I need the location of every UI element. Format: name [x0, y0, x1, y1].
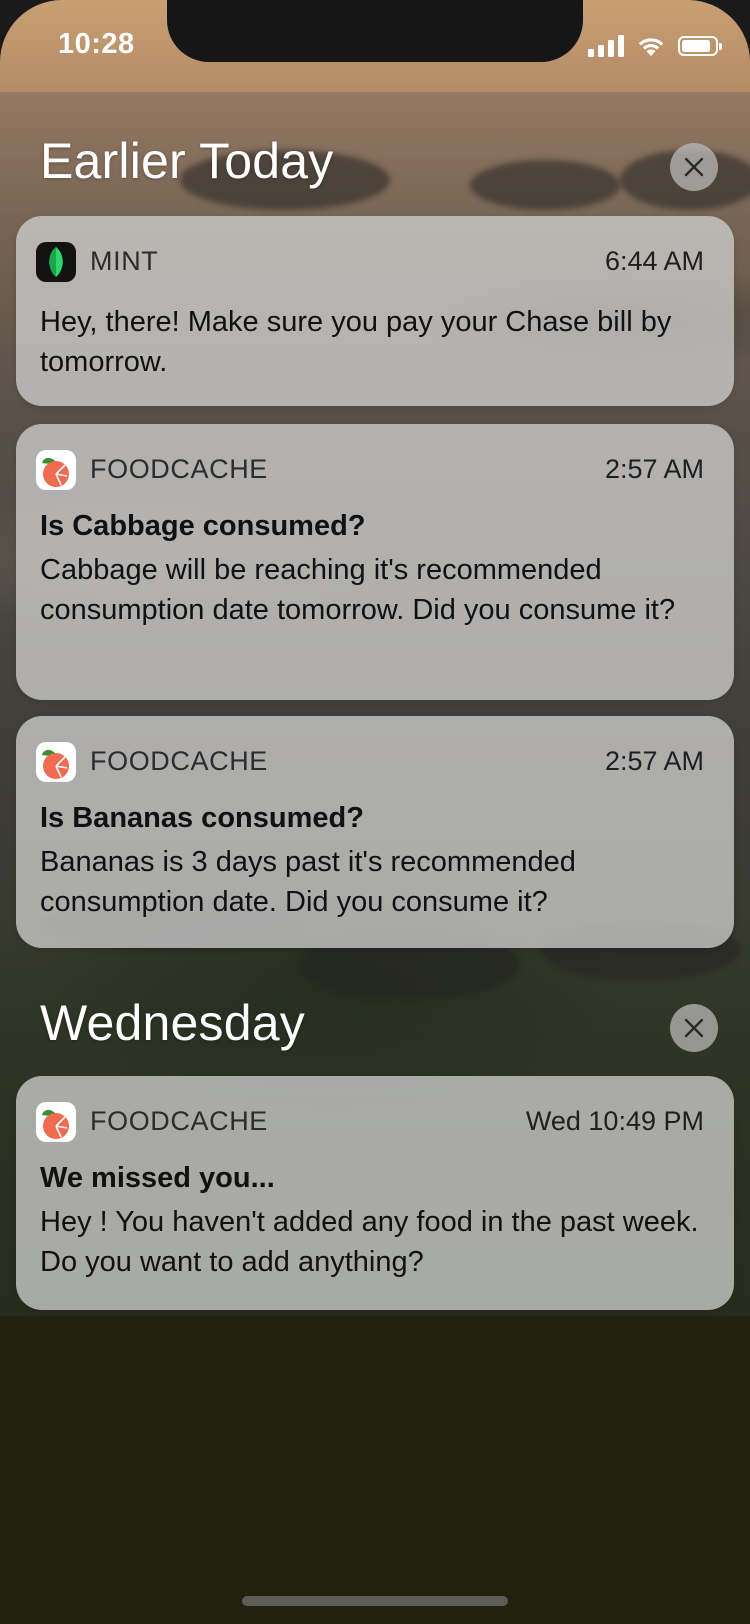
section-title-wednesday: Wednesday	[40, 995, 305, 1051]
notification-time: 6:44 AM	[604, 246, 704, 276]
notification-card-foodcache-missed[interactable]: FOODCACHE Wed 10:49 PM We missed you... …	[16, 1076, 734, 1310]
lower-background	[0, 1316, 750, 1624]
app-name: MINT	[90, 246, 159, 276]
app-name: FOODCACHE	[90, 454, 268, 484]
cellular-signal-icon	[588, 35, 624, 57]
foodcache-peach-icon	[36, 450, 76, 490]
notification-body: Hey ! You haven't added any food in the …	[40, 1206, 699, 1278]
battery-level	[682, 40, 711, 52]
wifi-icon	[638, 38, 664, 56]
notification-title: Is Bananas consumed?	[40, 802, 364, 834]
clear-earlier-today-button[interactable]	[670, 143, 718, 191]
mint-leaf-icon	[36, 242, 76, 282]
foodcache-peach-icon	[36, 1102, 76, 1142]
clear-wednesday-button[interactable]	[670, 1004, 718, 1052]
app-name: FOODCACHE	[90, 1106, 268, 1136]
status-icons	[588, 34, 722, 58]
notification-time: Wed 10:49 PM	[525, 1106, 704, 1136]
notification-body: Cabbage will be reaching it's recommende…	[40, 554, 676, 626]
notification-card-foodcache-cabbage[interactable]: FOODCACHE 2:57 AM Is Cabbage consumed? C…	[16, 424, 734, 700]
close-icon	[684, 1018, 704, 1038]
notification-title: Is Cabbage consumed?	[40, 510, 366, 542]
app-name: FOODCACHE	[90, 746, 268, 776]
battery-icon	[678, 36, 722, 56]
clock: 10:28	[58, 28, 135, 60]
notification-body: Hey, there! Make sure you pay your Chase…	[40, 306, 672, 378]
home-indicator[interactable]	[242, 1596, 508, 1606]
notification-body: Bananas is 3 days past it's recommended …	[40, 846, 576, 918]
foodcache-peach-icon	[36, 742, 76, 782]
notch	[167, 0, 583, 62]
notification-card-foodcache-bananas[interactable]: FOODCACHE 2:57 AM Is Bananas consumed? B…	[16, 716, 734, 948]
notification-time: 2:57 AM	[604, 454, 704, 484]
lock-screen: 10:28 Earlier Today MINT 6:44 AM Hey, th…	[0, 0, 750, 1624]
section-title-earlier-today: Earlier Today	[40, 133, 334, 189]
notification-time: 2:57 AM	[604, 746, 704, 776]
notification-card-mint[interactable]: MINT 6:44 AM Hey, there! Make sure you p…	[16, 216, 734, 406]
close-icon	[684, 157, 704, 177]
notification-title: We missed you...	[40, 1162, 275, 1194]
